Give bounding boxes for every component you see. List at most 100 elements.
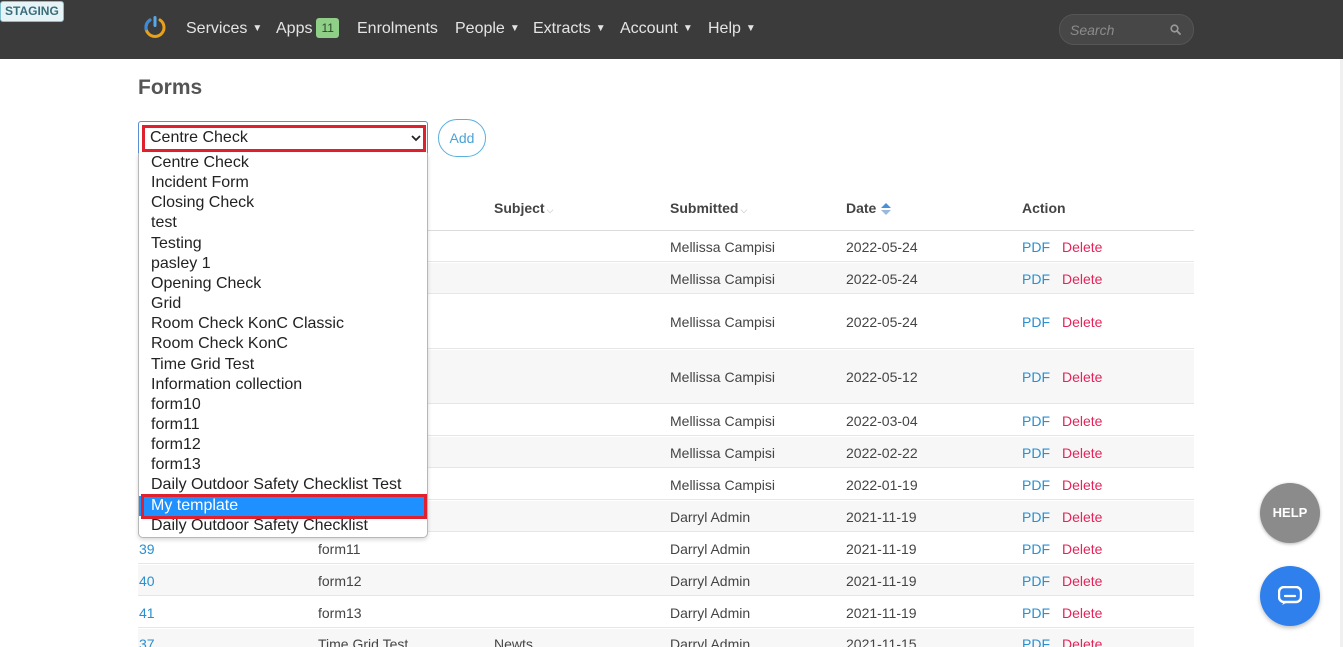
dropdown-option[interactable]: Time Grid Test: [139, 355, 427, 375]
row-date: 2021-11-19: [846, 605, 917, 621]
dropdown-option[interactable]: Room Check KonC Classic: [139, 314, 427, 334]
delete-link[interactable]: Delete: [1062, 314, 1102, 330]
nav-extracts-label: Extracts: [533, 20, 591, 37]
sort-icon: ⌵: [546, 205, 554, 215]
date-header-label: Date: [846, 200, 877, 216]
row-date: 2021-11-19: [846, 573, 917, 589]
column-header-subject[interactable]: Subject ⌵: [494, 200, 553, 216]
column-header-date[interactable]: Date: [846, 200, 876, 216]
apps-count-badge: 11: [316, 18, 339, 38]
delete-link[interactable]: Delete: [1062, 477, 1102, 493]
row-form-name: Time Grid Test: [318, 636, 409, 647]
delete-link[interactable]: Delete: [1062, 271, 1102, 287]
dropdown-option[interactable]: Closing Check: [139, 193, 427, 213]
add-button[interactable]: Add: [438, 119, 486, 157]
pdf-link[interactable]: PDF: [1022, 239, 1050, 255]
row-submitted-by: Mellissa Campisi: [670, 369, 776, 385]
dropdown-option[interactable]: Testing: [139, 234, 427, 254]
row-submitted-by: Mellissa Campisi: [670, 314, 776, 330]
form-template-dropdown-list: Centre Check Incident Form Closing Check te…: [138, 153, 428, 538]
delete-link[interactable]: Delete: [1062, 445, 1102, 461]
pdf-link[interactable]: PDF: [1022, 314, 1050, 330]
search-input[interactable]: [1070, 20, 1165, 40]
pdf-link[interactable]: PDF: [1022, 636, 1050, 647]
nav-services[interactable]: Services ▼: [186, 18, 262, 40]
pdf-link[interactable]: PDF: [1022, 573, 1050, 589]
pdf-link[interactable]: PDF: [1022, 413, 1050, 429]
nav-people[interactable]: People ▼: [455, 18, 520, 40]
delete-link[interactable]: Delete: [1062, 573, 1102, 589]
search-box: [1059, 14, 1194, 45]
column-header-action: Action: [1022, 200, 1066, 216]
dropdown-option[interactable]: form12: [139, 435, 427, 455]
table-row: 37 Time Grid Test Newts Darryl Admin 2021-11…: [138, 629, 1194, 647]
dropdown-option[interactable]: Incident Form: [139, 173, 427, 193]
dropdown-option[interactable]: Centre Check: [139, 153, 427, 173]
delete-link[interactable]: Delete: [1062, 509, 1102, 525]
submitted-header-label: Submitted: [670, 200, 739, 216]
caret-down-icon: ▼: [682, 23, 693, 34]
pdf-link[interactable]: PDF: [1022, 369, 1050, 385]
nav-enrolments[interactable]: Enrolments: [357, 18, 438, 40]
sort-asc-desc-icon[interactable]: [881, 203, 891, 215]
page-title: Forms: [138, 76, 203, 99]
row-id-link[interactable]: 41: [139, 605, 155, 621]
nav-people-label: People: [455, 20, 505, 37]
delete-link[interactable]: Delete: [1062, 605, 1102, 621]
row-subject: Newts: [494, 636, 533, 647]
dropdown-option[interactable]: form10: [139, 395, 427, 415]
nav-apps[interactable]: Apps 11: [276, 18, 339, 40]
form-template-select[interactable]: Centre Check: [138, 121, 428, 154]
delete-link[interactable]: Delete: [1062, 636, 1102, 647]
pdf-link[interactable]: PDF: [1022, 541, 1050, 557]
pdf-link[interactable]: PDF: [1022, 477, 1050, 493]
column-header-submitted[interactable]: Submitted ⌵: [670, 200, 747, 216]
table-row: 40 form12 Darryl Admin 2021-11-19 PDF Delete: [138, 565, 1194, 596]
dropdown-option[interactable]: Grid: [139, 294, 427, 314]
row-id-link[interactable]: 39: [139, 541, 155, 557]
delete-link[interactable]: Delete: [1062, 369, 1102, 385]
row-submitted-by: Darryl Admin: [670, 605, 751, 621]
app-logo-icon[interactable]: [143, 15, 167, 41]
row-submitted-by: Mellissa Campisi: [670, 477, 776, 493]
row-date: 2022-02-22: [846, 445, 918, 461]
chat-button[interactable]: [1260, 566, 1320, 626]
delete-link[interactable]: Delete: [1062, 413, 1102, 429]
dropdown-option[interactable]: pasley 1: [139, 254, 427, 274]
subject-header-label: Subject: [494, 200, 545, 216]
row-form-name: form12: [318, 573, 362, 589]
row-id-link[interactable]: 40: [139, 573, 155, 589]
row-date: 2021-11-19: [846, 541, 917, 557]
nav-help-label: Help: [708, 20, 741, 37]
pdf-link[interactable]: PDF: [1022, 605, 1050, 621]
dropdown-option[interactable]: Information collection: [139, 375, 427, 395]
pdf-link[interactable]: PDF: [1022, 271, 1050, 287]
dropdown-option[interactable]: My template: [139, 495, 427, 516]
dropdown-option[interactable]: Daily Outdoor Safety Checklist: [139, 516, 427, 536]
caret-down-icon: ▼: [252, 23, 263, 34]
top-navbar: STAGING Services ▼ Apps 11 Enrolments Peop…: [0, 0, 1343, 59]
table-row: 41 form13 Darryl Admin 2021-11-19 PDF Delete: [138, 597, 1194, 628]
dropdown-option[interactable]: Room Check KonC: [139, 334, 427, 354]
delete-link[interactable]: Delete: [1062, 541, 1102, 557]
row-id-link[interactable]: 37: [139, 636, 155, 647]
chevron-down-icon: [411, 135, 421, 142]
nav-account[interactable]: Account ▼: [620, 18, 693, 40]
pdf-link[interactable]: PDF: [1022, 445, 1050, 461]
search-icon[interactable]: [1170, 24, 1181, 35]
dropdown-option[interactable]: Daily Outdoor Safety Checklist Test: [139, 475, 427, 495]
dropdown-option[interactable]: form13: [139, 455, 427, 475]
help-button[interactable]: HELP: [1260, 483, 1320, 543]
row-date: 2021-11-15: [846, 636, 917, 647]
row-date: 2022-01-19: [846, 477, 918, 493]
delete-link[interactable]: Delete: [1062, 239, 1102, 255]
staging-badge: STAGING: [0, 1, 64, 22]
pdf-link[interactable]: PDF: [1022, 509, 1050, 525]
dropdown-option[interactable]: form11: [139, 415, 427, 435]
row-submitted-by: Mellissa Campisi: [670, 239, 776, 255]
nav-services-label: Services: [186, 20, 248, 37]
dropdown-option[interactable]: test: [139, 213, 427, 233]
dropdown-option[interactable]: Opening Check: [139, 274, 427, 294]
nav-extracts[interactable]: Extracts ▼: [533, 18, 606, 40]
nav-help[interactable]: Help ▼: [708, 18, 756, 40]
